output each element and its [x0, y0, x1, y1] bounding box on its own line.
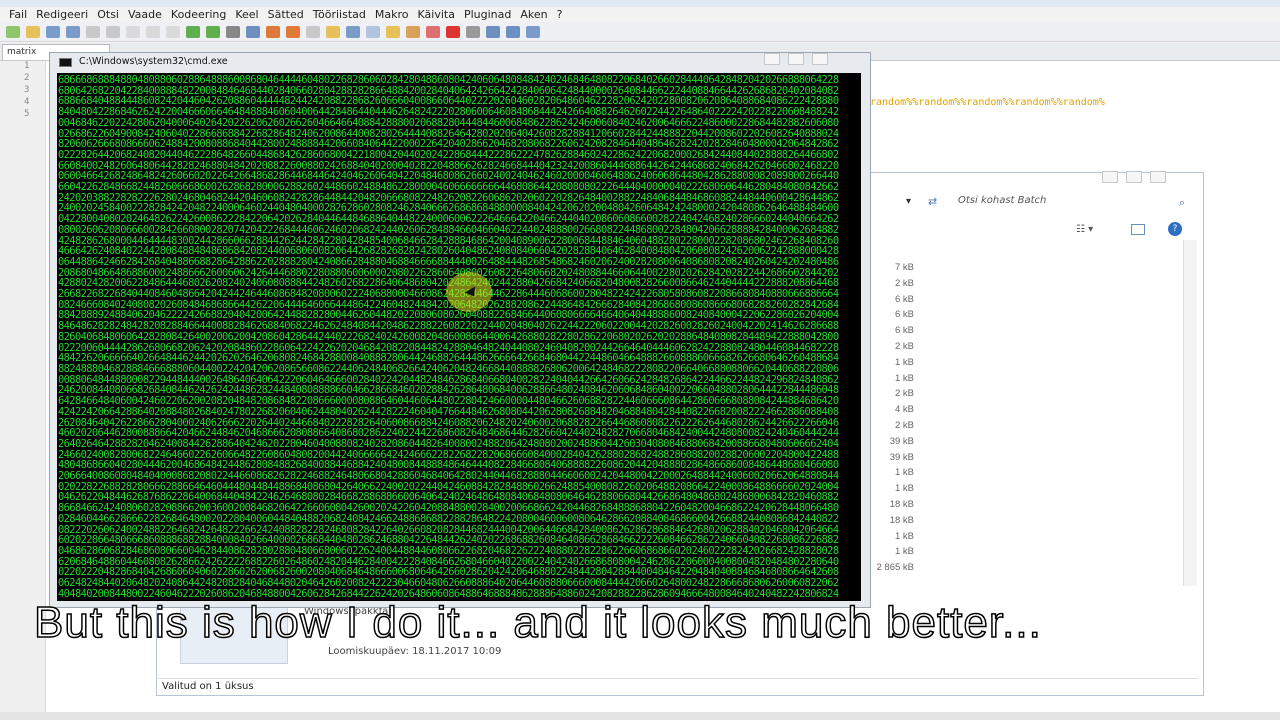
- menu-macro[interactable]: Makro: [375, 8, 409, 21]
- cmd-icon: [59, 58, 72, 67]
- save-macro-icon[interactable]: [526, 25, 540, 38]
- notepad-status-bar: [0, 712, 1280, 720]
- minimize-icon[interactable]: [1102, 171, 1118, 183]
- doc-map-icon[interactable]: [426, 25, 440, 38]
- open-file-icon[interactable]: [26, 25, 40, 38]
- menu-window[interactable]: Aken: [520, 8, 547, 21]
- refresh-icon[interactable]: ⇄: [928, 195, 937, 208]
- show-all-chars-icon[interactable]: [366, 25, 380, 38]
- maximize-icon[interactable]: [788, 53, 804, 65]
- save-all-icon[interactable]: [66, 25, 80, 38]
- random-digit-stream: 6866686888488048088060288648886008680464…: [58, 74, 839, 600]
- save-icon[interactable]: [46, 25, 60, 38]
- file-size: 4 kB: [894, 404, 914, 416]
- file-size: 39 kB: [889, 451, 914, 463]
- notepad-title-bar: [0, 0, 1280, 7]
- line-number: 2: [24, 73, 30, 83]
- file-size: 1 kB: [894, 546, 914, 558]
- file-size: 2 kB: [894, 419, 914, 431]
- file-size: 18 kB: [889, 514, 914, 526]
- explorer-status-bar: Valitud on 1 üksus: [158, 678, 1198, 694]
- help-icon[interactable]: ?: [1168, 222, 1182, 236]
- explorer-scrollbar[interactable]: [1183, 240, 1197, 586]
- zoom-out-icon[interactable]: [286, 25, 300, 38]
- undo-icon[interactable]: [186, 25, 200, 38]
- maximize-icon[interactable]: [1126, 171, 1142, 183]
- find-icon[interactable]: [226, 25, 240, 38]
- minimize-icon[interactable]: [764, 53, 780, 65]
- paste-icon[interactable]: [166, 25, 180, 38]
- file-size: 1 kB: [894, 530, 914, 542]
- menu-help[interactable]: ?: [557, 8, 563, 21]
- video-subtitle: But this is how I do it... and it looks …: [33, 597, 1042, 648]
- new-file-icon[interactable]: [6, 25, 20, 38]
- file-size: 1 kB: [894, 467, 914, 479]
- line-number: 5: [24, 109, 30, 119]
- menu-plugins[interactable]: Pluginad: [464, 8, 511, 21]
- file-size: 2 865 kB: [876, 562, 915, 574]
- menu-language[interactable]: Keel: [235, 8, 258, 21]
- sync-scroll-icon[interactable]: [306, 25, 320, 38]
- function-list-icon[interactable]: [406, 25, 420, 38]
- file-size: 2 kB: [894, 340, 914, 352]
- explorer-search-input[interactable]: Otsi kohast Batch: [958, 195, 1198, 213]
- wrap-icon[interactable]: [326, 25, 340, 38]
- close-icon[interactable]: [86, 25, 100, 38]
- close-icon[interactable]: [812, 53, 828, 65]
- preview-pane-icon[interactable]: [1131, 224, 1145, 235]
- play-macro-icon[interactable]: [486, 25, 500, 38]
- copy-icon[interactable]: [146, 25, 160, 38]
- menu-edit[interactable]: Redigeeri: [36, 8, 88, 21]
- stop-macro-icon[interactable]: [466, 25, 480, 38]
- menu-search[interactable]: Otsi: [97, 8, 119, 21]
- file-size: 7 kB: [894, 262, 914, 273]
- cmd-title: C:\Windows\system32\cmd.exe: [79, 56, 228, 67]
- print-icon[interactable]: [106, 25, 120, 38]
- cut-icon[interactable]: [126, 25, 140, 38]
- file-size: 6 kB: [894, 309, 914, 321]
- line-number: 4: [24, 97, 30, 107]
- file-size: 39 kB: [889, 435, 914, 447]
- zoom-in-icon[interactable]: [266, 25, 280, 38]
- menu-file[interactable]: Fail: [9, 8, 27, 21]
- file-size: 1 kB: [894, 356, 914, 368]
- toolbar: [0, 22, 1280, 42]
- search-icon[interactable]: ⌕: [1179, 196, 1185, 210]
- code-line-echo: random%%random%%random%%random%%random%: [870, 97, 1105, 108]
- file-size: 6 kB: [894, 325, 914, 337]
- menu-encoding[interactable]: Kodeering: [171, 8, 226, 21]
- tab-label: matrix: [7, 47, 37, 57]
- explorer-window-controls: [1102, 171, 1166, 183]
- file-size: 2 kB: [894, 277, 914, 289]
- indent-guide-icon[interactable]: [346, 25, 360, 38]
- menu-tools[interactable]: Tööriistad: [313, 8, 366, 21]
- menu-settings[interactable]: Sätted: [268, 8, 304, 21]
- record-macro-icon[interactable]: [446, 25, 460, 38]
- line-number: 1: [24, 61, 30, 71]
- cmd-console[interactable]: 6866686888488048088060288648886008680464…: [57, 73, 861, 601]
- file-size: 1 kB: [894, 372, 914, 384]
- run-macro-multiple-icon[interactable]: [506, 25, 520, 38]
- dropdown-arrow-icon[interactable]: ▾: [906, 196, 911, 207]
- menu-view[interactable]: Vaade: [128, 8, 162, 21]
- cmd-window-controls: [764, 53, 828, 65]
- file-size: 18 kB: [889, 498, 914, 510]
- folder-icon[interactable]: [386, 25, 400, 38]
- file-size: 1 kB: [894, 483, 914, 495]
- view-options-icon[interactable]: ☷ ▾: [1076, 224, 1093, 235]
- menu-bar: Fail Redigeeri Otsi Vaade Kodeering Keel…: [0, 7, 1280, 22]
- file-size-column: 7 kB 2 kB 6 kB 6 kB 6 kB 2 kB 1 kB 1 kB …: [870, 262, 915, 578]
- file-size: 6 kB: [894, 293, 914, 305]
- line-number: 3: [24, 85, 30, 95]
- redo-icon[interactable]: [206, 25, 220, 38]
- close-icon[interactable]: [1150, 171, 1166, 183]
- replace-icon[interactable]: [246, 25, 260, 38]
- file-size: 2 kB: [894, 388, 914, 400]
- menu-run[interactable]: Käivita: [418, 8, 455, 21]
